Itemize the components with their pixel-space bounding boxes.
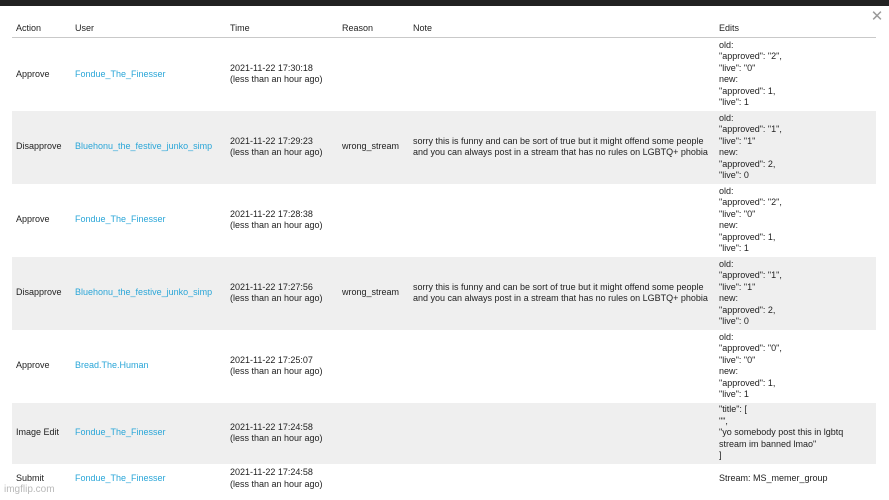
column-header-time: Time — [226, 21, 338, 38]
top-bar — [0, 0, 889, 6]
time-cell: 2021-11-22 17:28:38 (less than an hour a… — [230, 208, 323, 231]
table-row: Disapprove Bluehonu_the_festive_junko_si… — [12, 256, 876, 330]
user-link[interactable]: Bread.The.Human — [71, 330, 226, 403]
edits-cell: Stream: MS_memer_group — [719, 472, 828, 483]
edits-cell: old: "approved": "2", "live": "0" new: "… — [719, 185, 782, 254]
reason-cell: wrong_stream — [338, 110, 409, 184]
table-row: Approve Fondue_The_Finesser 2021-11-22 1… — [12, 38, 876, 111]
note-cell — [409, 330, 715, 403]
edits-cell: old: "approved": "0", "live": "0" new: "… — [719, 331, 782, 400]
edits-cell: old: "approved": "2", "live": "0" new: "… — [719, 39, 782, 108]
table-row: Approve Bread.The.Human 2021-11-22 17:25… — [12, 330, 876, 403]
user-link[interactable]: Bluehonu_the_festive_junko_simp — [71, 256, 226, 330]
column-header-edits: Edits — [715, 21, 876, 38]
reason-cell — [338, 184, 409, 257]
watermark: imgflip.com — [4, 484, 55, 495]
note-cell — [409, 402, 715, 464]
edits-cell: "title": [ "", "yo somebody post this in… — [715, 402, 876, 464]
time-cell: 2021-11-22 17:29:23 (less than an hour a… — [226, 110, 338, 184]
table-row: Submit Fondue_The_Finesser 2021-11-22 17… — [12, 464, 876, 494]
table-row: Image Edit Fondue_The_Finesser 2021-11-2… — [12, 402, 876, 464]
column-header-reason: Reason — [338, 21, 409, 38]
user-link[interactable]: Fondue_The_Finesser — [71, 184, 226, 257]
action-cell: Approve — [16, 68, 50, 79]
moderation-log-table: Action User Time Reason Note Edits Appro… — [12, 21, 876, 494]
user-link[interactable]: Bluehonu_the_festive_junko_simp — [71, 110, 226, 184]
edits-cell: old: "approved": "1", "live": "1" new: "… — [715, 256, 876, 330]
table-header-row: Action User Time Reason Note Edits — [12, 21, 876, 38]
table-row: Approve Fondue_The_Finesser 2021-11-22 1… — [12, 184, 876, 257]
reason-cell — [338, 464, 409, 494]
column-header-note: Note — [409, 21, 715, 38]
table-row: Disapprove Bluehonu_the_festive_junko_si… — [12, 110, 876, 184]
action-cell: Disapprove — [12, 110, 71, 184]
user-link[interactable]: Fondue_The_Finesser — [71, 402, 226, 464]
note-cell — [409, 184, 715, 257]
user-link[interactable]: Fondue_The_Finesser — [71, 38, 226, 111]
column-header-action: Action — [12, 21, 71, 38]
action-cell: Disapprove — [12, 256, 71, 330]
edits-cell: old: "approved": "1", "live": "1" new: "… — [715, 110, 876, 184]
reason-cell: wrong_stream — [338, 256, 409, 330]
note-cell — [409, 38, 715, 111]
time-cell: 2021-11-22 17:24:58 (less than an hour a… — [230, 467, 323, 489]
time-cell: 2021-11-22 17:27:56 (less than an hour a… — [226, 256, 338, 330]
reason-cell — [338, 38, 409, 111]
time-cell: 2021-11-22 17:25:07 (less than an hour a… — [230, 354, 323, 377]
action-cell: Approve — [16, 214, 50, 225]
note-cell — [409, 464, 715, 494]
reason-cell — [338, 402, 409, 464]
time-cell: 2021-11-22 17:24:58 (less than an hour a… — [226, 402, 338, 464]
note-cell: sorry this is funny and can be sort of t… — [409, 256, 715, 330]
time-cell: 2021-11-22 17:30:18 (less than an hour a… — [230, 62, 323, 85]
reason-cell — [338, 330, 409, 403]
column-header-user: User — [71, 21, 226, 38]
action-cell: Approve — [16, 360, 50, 371]
note-cell: sorry this is funny and can be sort of t… — [409, 110, 715, 184]
user-link[interactable]: Fondue_The_Finesser — [71, 464, 226, 494]
action-cell: Image Edit — [12, 402, 71, 464]
